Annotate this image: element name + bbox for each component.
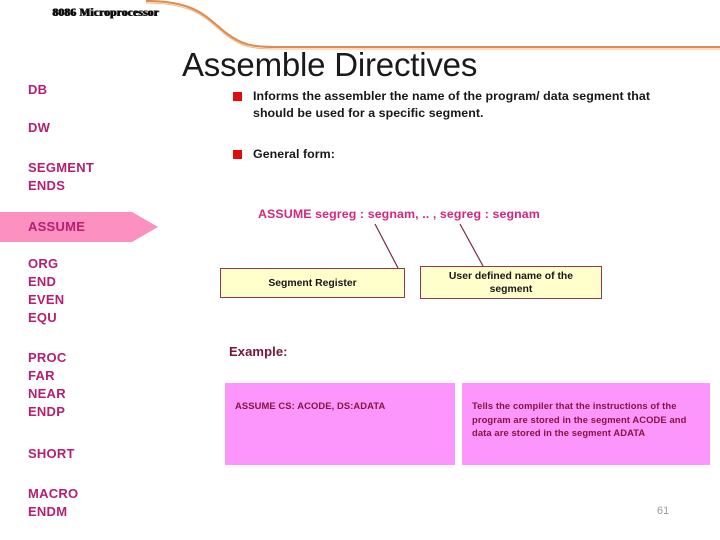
- page-number: 61: [657, 505, 670, 517]
- square-bullet-icon: [233, 92, 242, 101]
- example-label: Example:: [229, 344, 288, 359]
- bullet-item-general-form: General form:: [233, 146, 533, 163]
- bullet-item-informs-text: Informs the assembler the name of the pr…: [253, 89, 651, 120]
- slide-body: Informs the assembler the name of the pr…: [0, 0, 720, 540]
- callout-segment-register: Segment Register: [220, 268, 405, 298]
- bullet-item-general-form-text: General form:: [253, 147, 335, 161]
- square-bullet-icon: [233, 150, 242, 159]
- general-form-syntax: ASSUME segreg : segnam, .. , segreg : se…: [258, 207, 540, 221]
- example-table: ASSUME CS: ACODE, DS:ADATA Tells the com…: [225, 383, 710, 465]
- callout-segment-name: User defined name of the segment: [420, 266, 602, 299]
- bullet-item-informs: Informs the assembler the name of the pr…: [233, 88, 653, 122]
- example-code-cell: ASSUME CS: ACODE, DS:ADATA: [225, 383, 455, 465]
- example-description-cell: Tells the compiler that the instructions…: [462, 383, 710, 465]
